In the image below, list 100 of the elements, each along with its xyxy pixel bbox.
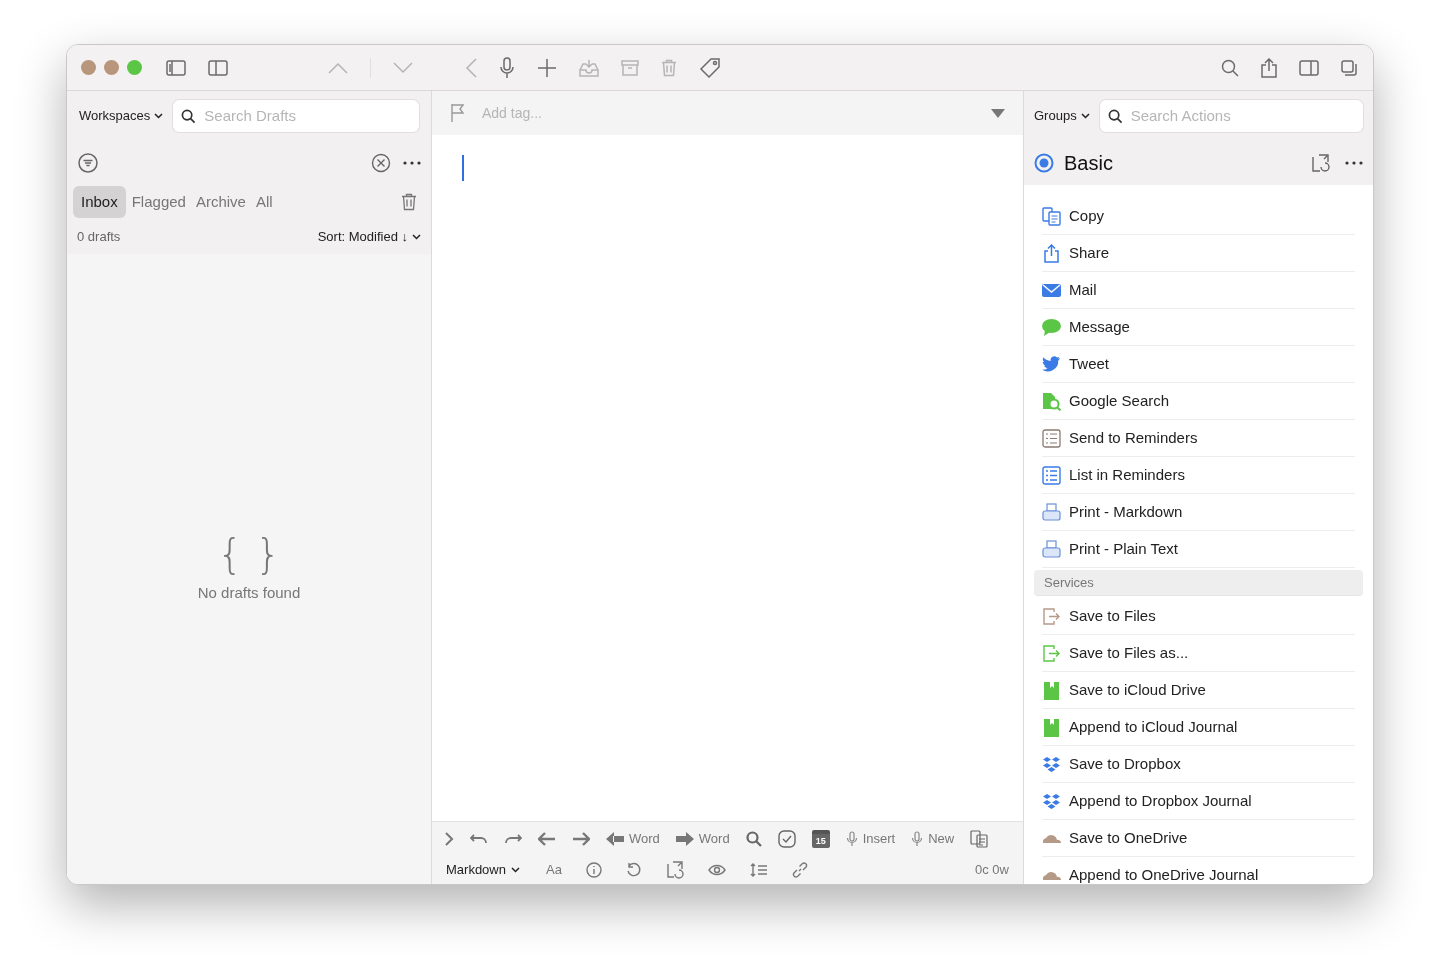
filter-tab[interactable]: Flagged [127,186,190,218]
character-word-count: 0c 0w [975,860,1009,879]
microphone-icon[interactable] [499,56,515,79]
action-item[interactable]: Save to Dropbox [1042,746,1355,783]
more-icon[interactable] [1345,161,1363,165]
copy-icon [1042,206,1061,226]
checklist-icon [1042,428,1061,448]
section-header: Services [1034,570,1363,596]
panel-icon[interactable] [1299,59,1319,76]
clear-icon[interactable] [371,153,391,173]
more-icon[interactable] [403,161,421,165]
radio-selected-icon [1034,153,1054,173]
font-button[interactable]: Aa [545,859,562,880]
action-item[interactable]: Save to OneDrive [1042,820,1355,857]
windows-icon[interactable] [1341,59,1357,76]
magnifier-document-icon [1042,391,1061,411]
search-icon [1107,108,1123,124]
microphone-icon [911,830,924,847]
microphone-icon [845,830,858,847]
search-field[interactable]: Search Actions [1099,100,1363,132]
arrow-right-icon [675,831,694,846]
chevron-down-icon [510,866,520,873]
action-item[interactable]: Share [1042,235,1355,272]
checkmark-icon[interactable] [777,829,796,848]
dictate-new-button[interactable]: New [911,828,955,849]
filter-icon[interactable] [77,152,99,174]
redo-icon[interactable] [504,832,522,845]
filter-tab[interactable]: Archive [191,186,250,218]
share-icon [1042,243,1061,263]
next-word-button[interactable]: Word [675,828,730,849]
action-item[interactable]: Append to Dropbox Journal [1042,783,1355,820]
dropdown-triangle-icon[interactable] [991,108,1005,118]
search-input[interactable]: Search Drafts [204,104,411,128]
boxes-icon [1042,791,1061,811]
search-icon [181,108,197,124]
previous-word-button[interactable]: Word [606,828,660,849]
arrow-left-icon[interactable] [538,831,556,846]
filter-tab[interactable]: Inbox [73,186,126,218]
info-icon[interactable] [585,861,602,878]
empty-braces-glyph: { } [217,532,281,576]
action-item[interactable]: Mail [1042,272,1355,309]
printer-icon [1042,539,1061,559]
action-item[interactable]: Append to OneDrive Journal [1042,857,1355,884]
close-window-button[interactable] [81,60,96,75]
undo-icon[interactable] [470,832,488,845]
exit-arrow-icon [1042,606,1061,626]
bookmark-icon [1042,680,1061,700]
syntax-dropdown[interactable]: Markdown [446,859,520,880]
tag-field[interactable]: Add tag... [482,102,975,124]
action-item[interactable]: Save to Files [1042,598,1355,635]
search-field[interactable]: Search Drafts [173,100,419,132]
cloud-icon [1042,833,1061,843]
tag-bar[interactable]: Add tag... [432,91,1023,135]
sidebar-icon[interactable] [166,59,186,76]
chevron-down-icon [154,113,164,119]
boxes-icon [1042,754,1061,774]
action-item[interactable]: Save to iCloud Drive [1042,672,1355,709]
link-icon[interactable] [791,861,808,878]
eye-icon[interactable] [707,863,726,876]
filter-tab[interactable]: All [251,186,277,218]
action-item[interactable]: Print - Markdown [1042,494,1355,531]
layout-icon[interactable] [1311,153,1331,173]
copy-icon[interactable] [970,829,989,848]
trash-icon[interactable] [401,193,417,211]
chevron-right-icon[interactable] [444,831,454,846]
action-item[interactable]: Save to Files as... [1042,635,1355,672]
chevron-down-icon [1080,113,1090,119]
group-title: Basic [1064,151,1113,176]
arrow-right-icon[interactable] [572,831,590,846]
sort-dropdown[interactable]: Sort: Modified ↓ [317,226,421,247]
line-spacing-icon[interactable] [749,862,768,877]
panel-icon[interactable] [208,59,228,76]
action-item[interactable]: Tweet [1042,346,1355,383]
action-item[interactable]: List in Reminders [1042,457,1355,494]
speech-bubble-icon [1042,317,1061,337]
action-item[interactable]: Copy [1042,198,1355,235]
dictate-insert-button[interactable]: Insert [845,828,896,849]
action-item[interactable]: Message [1042,309,1355,346]
minimize-window-button[interactable] [104,60,119,75]
search-icon[interactable] [1221,58,1239,77]
empty-message: No drafts found [197,583,301,603]
search-input[interactable]: Search Actions [1130,104,1355,128]
action-item[interactable]: Append to iCloud Journal [1042,709,1355,746]
checklist-icon [1042,465,1061,485]
action-item[interactable]: Google Search [1042,383,1355,420]
arrow-left-icon [606,831,624,846]
action-item[interactable]: Send to Reminders [1042,420,1355,457]
groups-dropdown[interactable]: Groups [1034,106,1090,126]
flag-icon[interactable] [450,103,466,123]
plus-icon[interactable] [537,57,557,78]
draft-count: 0 drafts [77,227,121,246]
calendar-button[interactable]: 15 [811,829,830,848]
workspaces-dropdown[interactable]: Workspaces [79,106,164,126]
layout-icon[interactable] [665,860,684,879]
bird-icon [1042,354,1061,374]
tag-icon[interactable] [699,56,721,79]
undo-icon[interactable] [625,861,642,878]
share-icon[interactable] [1261,57,1277,78]
search-icon[interactable] [745,830,762,847]
action-item[interactable]: Print - Plain Text [1042,531,1355,568]
